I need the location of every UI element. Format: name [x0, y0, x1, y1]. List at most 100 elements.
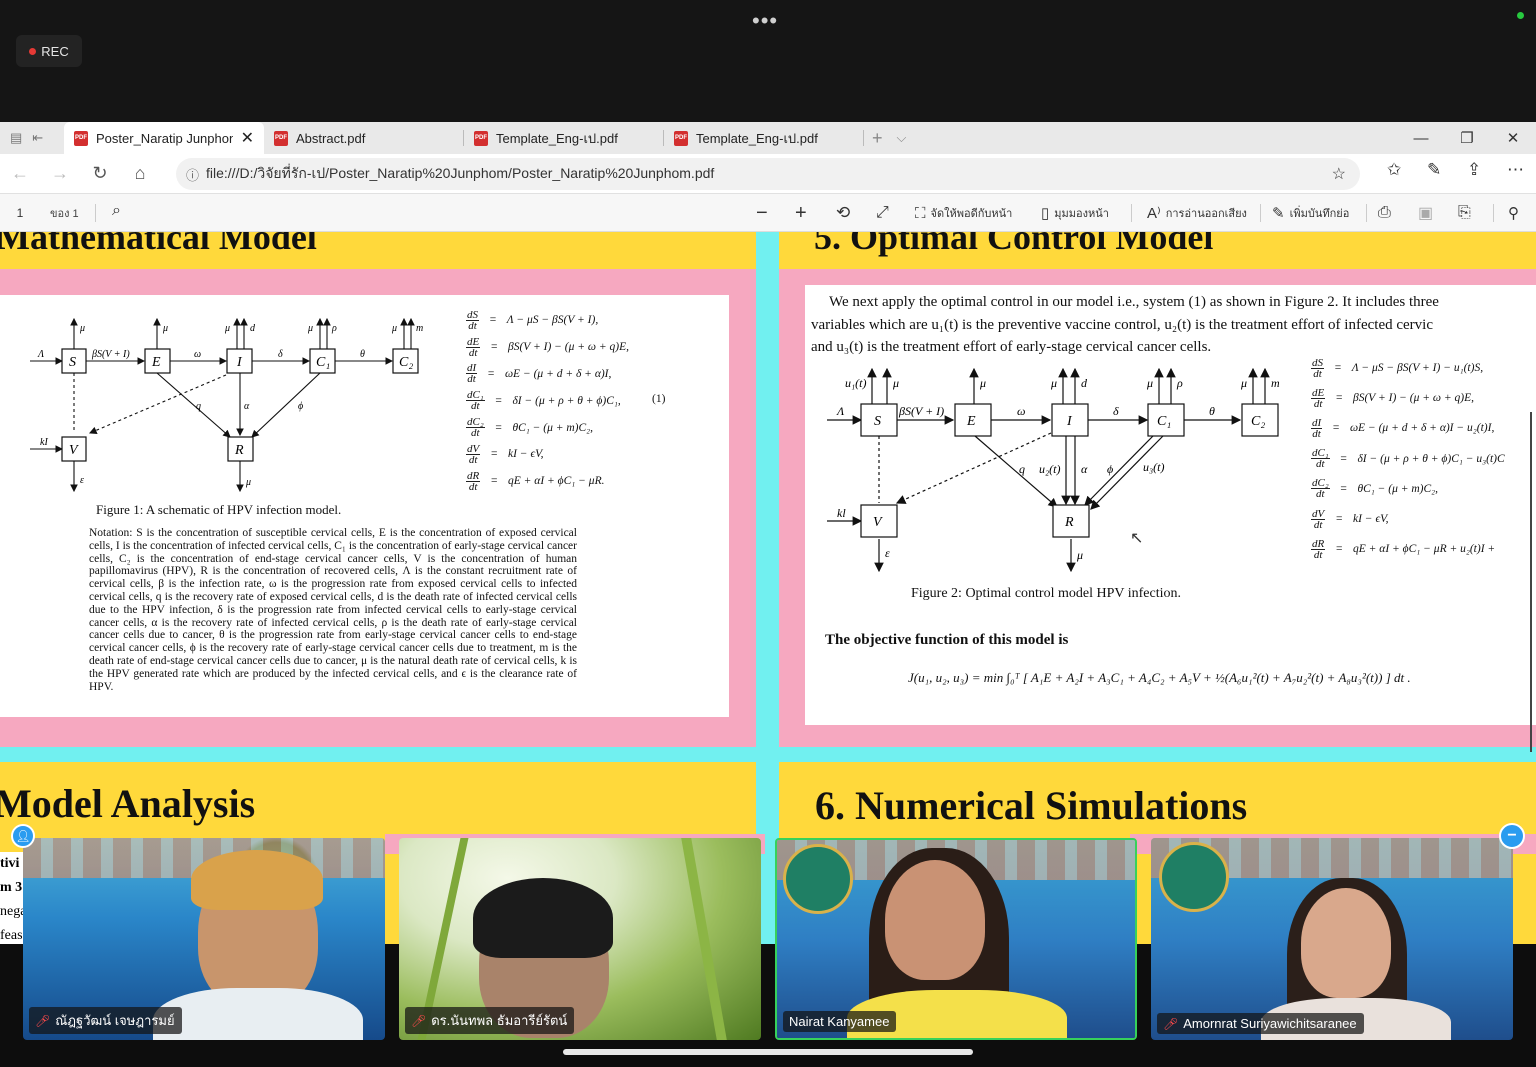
- intro-line-2: variables which are u₁(t) is the prevent…: [811, 316, 1433, 333]
- participant-name-tag: Nairat Kanyamee: [783, 1011, 897, 1032]
- section-heading-optimal-control: 5. Optimal Control Model: [814, 232, 1214, 257]
- minimize-icon[interactable]: —: [1398, 122, 1444, 154]
- tab-strip: ▤ ⇤ PDF Poster_Naratip Junphon ✕ PDF Abst…: [0, 122, 1536, 154]
- recording-badge: REC: [16, 35, 82, 67]
- new-tab-icon[interactable]: +: [872, 128, 883, 149]
- page-number-input[interactable]: 1: [0, 206, 40, 220]
- svg-text:ρ: ρ: [331, 323, 337, 334]
- read-aloud-button[interactable]: A⁾ การอ่านออกเสียง: [1147, 194, 1247, 232]
- pdf-icon: PDF: [74, 130, 88, 146]
- svg-text:C₂: C₂: [399, 355, 413, 370]
- tab-template-2[interactable]: PDF Template_Eng-เป.pdf: [664, 122, 864, 154]
- svg-text:μ: μ: [245, 477, 251, 488]
- participant-name-tag: 🎤︎ ณัฎฐวัฒน์ เจษฎารมย์: [29, 1007, 182, 1034]
- eq2-s: Λ − μS − βS(V + I) − u₁(t)S,: [1351, 362, 1484, 375]
- zoom-out-icon[interactable]: −: [756, 194, 768, 232]
- close-window-icon[interactable]: ✕: [1490, 122, 1536, 154]
- refresh-icon[interactable]: ↻: [80, 163, 120, 184]
- svg-text:R: R: [234, 443, 244, 458]
- pdf-icon: PDF: [674, 130, 688, 146]
- eq2-c2: θC₁ − (μ + m)C₂,: [1357, 482, 1439, 495]
- section-heading-mathematical-model: Mathematical Model: [0, 232, 317, 257]
- svg-text:C₁: C₁: [316, 355, 330, 370]
- participant-name: Amornrat Suriyawichitsaranee: [1183, 1016, 1357, 1031]
- svg-text:S: S: [69, 355, 76, 370]
- participant-tile-3-active-speaker[interactable]: Nairat Kanyamee: [775, 838, 1137, 1040]
- pen-icon[interactable]: ✎: [1427, 160, 1441, 180]
- participant-name: ดร.นันทพล ธัมอารีย์รัตน์: [431, 1013, 568, 1028]
- tab-title: Template_Eng-เป.pdf: [496, 130, 618, 146]
- intro-line-1: We next apply the optimal control in our…: [829, 294, 1439, 310]
- pin-toolbar-icon[interactable]: ⚲: [1508, 194, 1519, 232]
- tab-template-1[interactable]: PDF Template_Eng-เป.pdf: [464, 122, 664, 154]
- eq1-s: Λ − μS − βS(V + I),: [506, 314, 599, 327]
- tab-poster[interactable]: PDF Poster_Naratip Junphon ✕: [64, 122, 264, 154]
- back-icon[interactable]: ←: [0, 163, 40, 184]
- save-as-icon[interactable]: ⎘: [1458, 194, 1471, 232]
- svg-text:δ: δ: [1113, 404, 1119, 418]
- participant-tile-1[interactable]: 🎤︎ ณัฎฐวัฒน์ เจษฎารมย์: [23, 838, 385, 1040]
- search-icon[interactable]: ⌕: [112, 202, 121, 220]
- svg-text:μ: μ: [224, 323, 230, 334]
- svg-text:μ: μ: [307, 323, 313, 334]
- section-heading-model-analysis: Model Analysis: [0, 781, 256, 826]
- participant-tile-2[interactable]: 🎤︎ ดร.นันทพล ธัมอารีย์รัตน์: [399, 838, 761, 1040]
- svg-text:μ: μ: [1240, 376, 1247, 390]
- figure2-diagram: S E I C₁ C₂ V R ΛβS(V + I) ωδ θu₁(t) μμ …: [827, 367, 1280, 573]
- svg-text:βS(V + I): βS(V + I): [91, 349, 130, 360]
- tab-actions-icon[interactable]: ⇤: [32, 130, 43, 146]
- close-tab-icon[interactable]: ✕: [241, 128, 254, 148]
- optimal-control-panel: We next apply the optimal control in our…: [805, 285, 1536, 725]
- participant-name-tag: 🎤︎ ดร.นันทพล ธัมอารีย์รัตน์: [405, 1007, 575, 1034]
- forward-icon[interactable]: →: [40, 163, 80, 184]
- tab-abstract[interactable]: PDF Abstract.pdf: [264, 122, 464, 154]
- svg-text:μ: μ: [1146, 376, 1153, 390]
- rotate-icon[interactable]: ⟲: [836, 194, 850, 232]
- address-bar-row: ← → ↻ ⌂ ⓘ file:///D:/วิจัยที่รัก-เป/Post…: [0, 154, 1536, 194]
- svg-text:d: d: [250, 323, 256, 334]
- eq2-r: qE + αI + ϕC₁ − μR + u₂(t)I +: [1353, 543, 1496, 556]
- svg-text:α: α: [1081, 462, 1088, 476]
- muted-mic-icon: 🎤︎: [1163, 1016, 1179, 1031]
- svg-text:m: m: [416, 323, 423, 334]
- favorite-star-icon[interactable]: ☆: [1332, 164, 1346, 184]
- add-note-button[interactable]: ✎ เพิ่มบันทึกย่อ: [1272, 194, 1349, 232]
- svg-text:ε: ε: [885, 546, 890, 560]
- svg-text:ω: ω: [194, 349, 201, 360]
- tab-title: Template_Eng-เป.pdf: [696, 130, 818, 146]
- svg-text:kI: kI: [40, 437, 48, 448]
- svg-text:ϕ: ϕ: [298, 401, 303, 412]
- scrollbar[interactable]: [1530, 412, 1532, 752]
- participant-name: Nairat Kanyamee: [789, 1014, 890, 1029]
- svg-text:Λ: Λ: [836, 404, 845, 418]
- favorites-icon[interactable]: ✩: [1387, 160, 1401, 180]
- collapse-strip-icon[interactable]: −: [1499, 823, 1525, 849]
- home-icon[interactable]: ⌂: [120, 163, 160, 184]
- fullscreen-icon[interactable]: ⤢: [876, 194, 889, 232]
- participant-tile-4[interactable]: 🎤︎ Amornrat Suriyawichitsaranee: [1151, 838, 1513, 1040]
- svg-text:μ: μ: [391, 323, 397, 334]
- site-info-icon[interactable]: ⓘ: [186, 165, 206, 184]
- save-icon[interactable]: ▣: [1418, 194, 1433, 232]
- participant-name: ณัฎฐวัฒน์ เจษฎารมย์: [55, 1013, 175, 1028]
- share-icon[interactable]: ⇪: [1467, 160, 1481, 180]
- url-field[interactable]: ⓘ file:///D:/วิจัยที่รัก-เป/Poster_Narat…: [176, 158, 1360, 190]
- system-2-equations: dS dt = Λ − μS − βS(V + I) − u₁(t)S, dE dt = β…: [1311, 356, 1505, 561]
- restore-icon[interactable]: ❐: [1444, 122, 1490, 154]
- eq1-c1: δI − (μ + ρ + θ + ϕ)C₁,: [512, 394, 621, 407]
- page-view-button[interactable]: ▯ มุมมองหน้า: [1041, 194, 1109, 232]
- figure1-diagram: S E I C₁ C₂ V R ΛβS(V + I) ω δ θμ μμd μρμ …: [30, 317, 423, 493]
- svg-text:C₁: C₁: [1157, 414, 1171, 429]
- svg-text:kl: kl: [837, 506, 846, 520]
- zoom-in-icon[interactable]: +: [795, 194, 807, 232]
- svg-text:ω: ω: [1017, 404, 1025, 418]
- draw-icon: ✎: [1272, 205, 1285, 222]
- fit-page-button[interactable]: ⛶ จัดให้พอดีกับหน้า: [915, 194, 1012, 232]
- print-icon[interactable]: ⎙: [1378, 194, 1391, 232]
- more-options-icon[interactable]: •••: [752, 8, 778, 34]
- settings-more-icon[interactable]: ⋯: [1507, 160, 1524, 180]
- workspaces-icon[interactable]: ▤: [10, 130, 22, 146]
- tab-list-chevron-icon[interactable]: ⌵: [897, 130, 907, 146]
- profile-badge-icon[interactable]: 👤︎: [11, 824, 35, 848]
- svg-text:C₂: C₂: [1251, 414, 1265, 429]
